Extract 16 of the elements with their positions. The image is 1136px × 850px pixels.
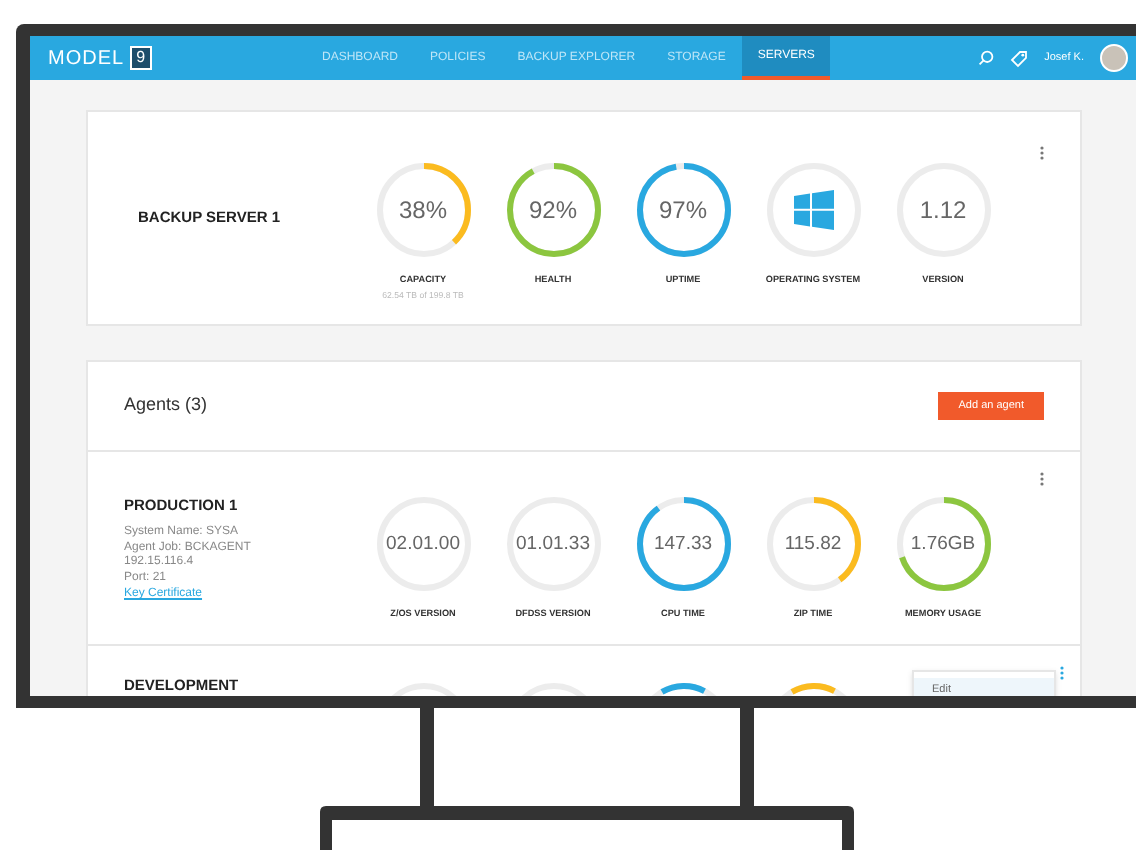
gauge-value: 115.82: [784, 533, 842, 553]
window-panes-icon: [793, 189, 833, 230]
logo-text: MODEL: [48, 45, 125, 73]
agents-title: Agents (3): [124, 392, 208, 419]
user-avatar[interactable]: [1100, 44, 1128, 72]
search-icon[interactable]: [978, 50, 995, 66]
gauge-value: 97%: [658, 197, 708, 222]
gauge-value: 1.12: [919, 197, 967, 222]
logo-mark: 9: [130, 46, 152, 70]
gauge-value: 01.01.33: [516, 533, 590, 553]
gauge-value: 38%: [398, 197, 448, 222]
gauge-value: 02.01.00: [386, 533, 460, 553]
tag-icon[interactable]: [1010, 49, 1029, 67]
gauge-value: 147.33: [653, 533, 713, 553]
gauge-value: 1.76GB: [910, 533, 976, 553]
gauge-value: 92%: [528, 197, 578, 222]
